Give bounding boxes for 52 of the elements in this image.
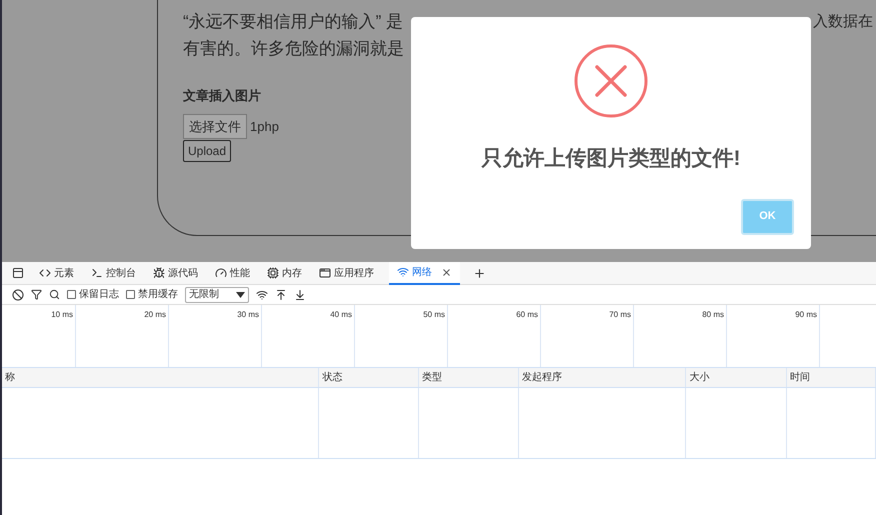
column-header[interactable]: 称: [5, 370, 15, 385]
timeline-tick: 70 ms: [609, 309, 631, 319]
devtools-tab[interactable]: 元素: [37, 262, 76, 284]
checkbox-label: 禁用缓存: [138, 288, 178, 302]
close-icon[interactable]: [441, 266, 452, 278]
device-toggle-icon[interactable]: [12, 267, 24, 279]
checkbox-label: 保留日志: [79, 288, 119, 302]
devtools-tab[interactable]: 网络: [389, 262, 460, 284]
timeline-tick: 30 ms: [237, 309, 259, 319]
download-icon[interactable]: [294, 288, 306, 300]
window-icon: [319, 267, 331, 279]
column-header[interactable]: 时间: [790, 370, 810, 385]
column-header[interactable]: 发起程序: [522, 370, 562, 385]
add-tab-icon[interactable]: [473, 266, 486, 280]
gauge-icon: [215, 267, 227, 279]
section-title: 文章插入图片: [183, 87, 261, 105]
search-icon[interactable]: [49, 289, 60, 300]
timeline-tick: 10 ms: [51, 309, 73, 319]
timeline-tick: 50 ms: [423, 309, 445, 319]
paragraph-text: 有害的。许多危险的漏洞就是: [183, 38, 404, 60]
bug-icon: [153, 267, 165, 279]
devtools-tab[interactable]: 性能: [213, 262, 252, 284]
checkbox[interactable]: [126, 290, 135, 299]
timeline-tick: 60 ms: [516, 309, 538, 319]
devtools-tab[interactable]: 内存: [265, 262, 304, 284]
upload-icon[interactable]: [275, 288, 287, 300]
column-header[interactable]: 类型: [422, 370, 442, 385]
timeline-tick: 40 ms: [330, 309, 352, 319]
column-header[interactable]: 大小: [689, 370, 710, 385]
column-header[interactable]: 状态: [322, 370, 342, 385]
clear-icon[interactable]: [12, 288, 24, 300]
devtools-tab[interactable]: 控制台: [89, 262, 138, 284]
timeline-tick: 90 ms: [795, 309, 817, 319]
devtools-tab[interactable]: 源代码: [151, 262, 200, 284]
filter-icon[interactable]: [31, 289, 42, 300]
timeline-tick: 80 ms: [702, 309, 724, 319]
file-name: 1php: [250, 118, 279, 136]
checkbox[interactable]: [67, 290, 76, 299]
dropdown-icon: [236, 292, 245, 298]
choose-file-button[interactable]: 选择文件: [183, 114, 247, 139]
code-icon: [39, 267, 51, 279]
timeline-tick: 20 ms: [144, 309, 166, 319]
devtools-tab[interactable]: 应用程序: [317, 262, 376, 284]
terminal-icon: [91, 267, 103, 279]
dialog-message: 只允许上传图片类型的文件!: [482, 146, 740, 172]
network-conditions-icon[interactable]: [256, 288, 268, 300]
upload-button[interactable]: Upload: [183, 140, 232, 162]
paragraph-text: “永远不要相信用户的输入” 是: [183, 11, 404, 33]
error-icon: [573, 43, 649, 119]
paragraph-text: 入数据在: [813, 12, 873, 32]
chip-icon: [267, 267, 279, 279]
throttling-select[interactable]: 无限制: [185, 286, 249, 302]
